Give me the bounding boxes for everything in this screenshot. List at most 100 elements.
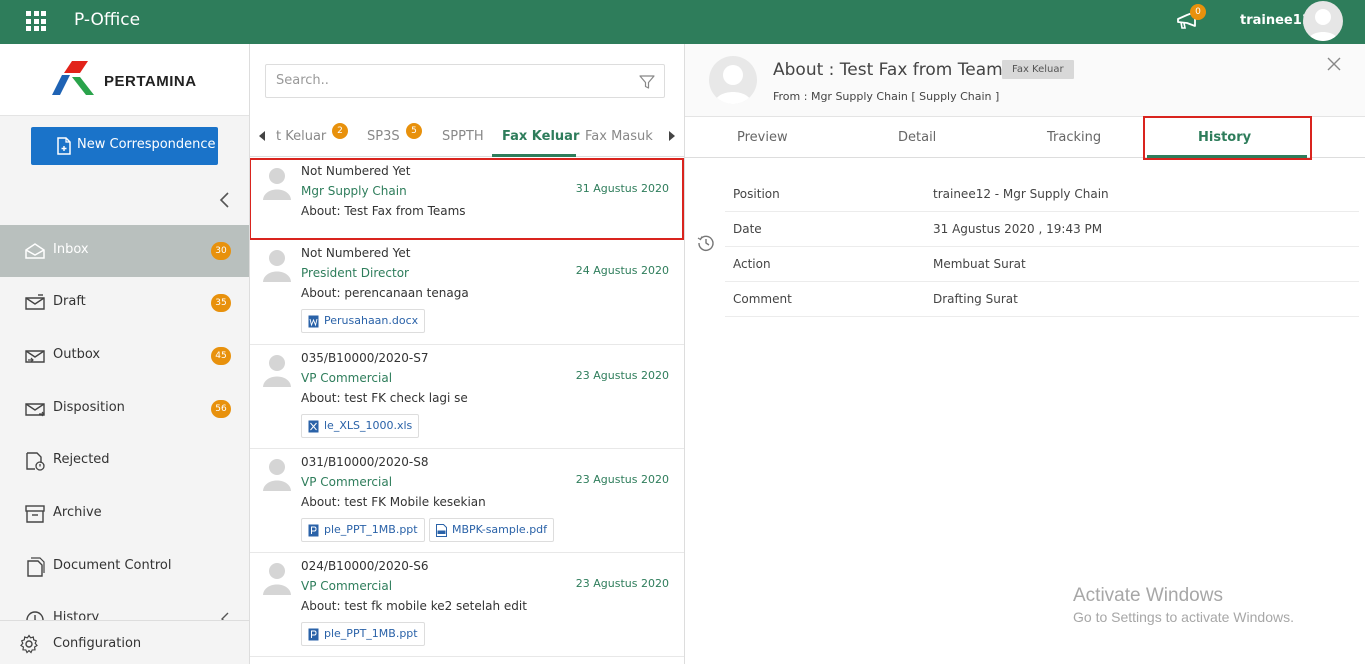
close-icon[interactable] [1326, 56, 1342, 72]
letter-subject: About: test FK Mobile kesekian [301, 495, 486, 509]
sender-avatar-icon [263, 563, 291, 595]
detail-from: From : Mgr Supply Chain [ Supply Chain ] [773, 90, 1000, 103]
scroll-left-icon[interactable] [256, 129, 268, 143]
field-value: trainee12 - Mgr Supply Chain [933, 187, 1109, 201]
tab-surat-keluar[interactable]: t Keluar [276, 129, 326, 144]
tab-fax-masuk[interactable]: Fax Masuk [585, 129, 653, 144]
field-value: 31 Agustus 2020 , 19:43 PM [933, 222, 1103, 236]
sidebar-item-document-control[interactable]: Document Control [0, 541, 249, 593]
powerpoint-file-icon [308, 524, 319, 537]
document-control-icon [27, 557, 45, 577]
letter-number: 031/B10000/2020-S8 [301, 455, 429, 469]
draft-envelope-icon [25, 294, 45, 310]
sender-name: President Director [301, 266, 409, 280]
list-item[interactable]: 035/B10000/2020-S7 VP Commercial 23 Agus… [250, 345, 684, 449]
sidebar-item-inbox[interactable]: Inbox 30 [0, 225, 249, 277]
word-file-icon [308, 315, 319, 328]
chevron-left-icon[interactable] [218, 192, 232, 208]
count-badge: 45 [211, 347, 231, 365]
attachment-chip[interactable]: MBPK-sample.pdf [429, 518, 555, 542]
sidebar-item-configuration[interactable]: Configuration [0, 620, 249, 664]
tab-sp3s[interactable]: SP3S [367, 129, 400, 144]
letter-subject: About: Test Fax from Teams [301, 204, 466, 218]
field-value: Membuat Surat [933, 257, 1026, 271]
letter-subject: About: perencanaan tenaga [301, 286, 469, 300]
search-input[interactable] [276, 73, 626, 88]
sidebar-item-draft[interactable]: Draft 35 [0, 277, 249, 329]
sender-avatar-icon [263, 250, 291, 282]
history-row: Date 31 Agustus 2020 , 19:43 PM [725, 212, 1359, 247]
attachment-filename: ple_PPT_1MB.ppt [324, 523, 418, 536]
sidebar-item-label: Disposition [53, 400, 125, 415]
history-row: Position trainee12 - Mgr Supply Chain [725, 177, 1359, 212]
field-label: Date [733, 222, 762, 236]
field-label: Comment [733, 292, 792, 306]
sidebar-item-rejected[interactable]: Rejected [0, 435, 249, 487]
windows-activation-watermark: Activate Windows Go to Settings to activ… [1073, 585, 1294, 625]
history-row: Comment Drafting Surat [725, 282, 1359, 317]
tab-fax-keluar[interactable]: Fax Keluar [502, 129, 579, 144]
sidebar-item-history[interactable]: History [0, 593, 249, 620]
archive-box-icon [25, 505, 45, 523]
scroll-right-icon[interactable] [666, 129, 678, 143]
category-tabs: t Keluar 2 SP3S 5 SPPTH Fax Keluar Fax M… [250, 117, 684, 157]
attachment-chip[interactable]: Perusahaan.docx [301, 309, 426, 333]
letter-date: 23 Agustus 2020 [575, 577, 669, 590]
field-value: Drafting Surat [933, 292, 1018, 306]
list-item[interactable]: Not Numbered Yet President Director 24 A… [250, 240, 684, 345]
tab-count-badge: 5 [406, 123, 422, 139]
watermark-line-1: Activate Windows [1073, 585, 1223, 606]
tab-preview[interactable]: Preview [737, 130, 788, 145]
sender-name: VP Commercial [301, 371, 393, 385]
tab-detail[interactable]: Detail [898, 130, 936, 145]
user-silhouette-icon [714, 65, 752, 104]
history-clock-icon [697, 235, 714, 252]
sender-name: VP Commercial [301, 475, 393, 489]
tab-tracking[interactable]: Tracking [1047, 130, 1101, 145]
attachment-filename: le_XLS_1000.xls [324, 419, 413, 432]
search-box [265, 64, 665, 98]
tab-count-badge: 2 [332, 123, 348, 139]
attachment-chip[interactable]: ple_PPT_1MB.ppt [301, 518, 425, 542]
letter-number: 035/B10000/2020-S7 [301, 351, 429, 365]
attachment-chip[interactable]: ple_PPT_1MB.ppt [301, 622, 425, 646]
user-silhouette-icon [1308, 9, 1338, 41]
letter-date: 24 Agustus 2020 [575, 264, 669, 277]
list-item[interactable]: Not Numbered Yet Mgr Supply Chain 31 Agu… [250, 158, 684, 240]
field-label: Action [733, 257, 771, 271]
sender-avatar [709, 56, 757, 104]
attachment-chip[interactable]: le_XLS_1000.xls [301, 414, 420, 438]
attachment-filename: MBPK-sample.pdf [452, 523, 548, 536]
count-badge: 35 [211, 294, 231, 312]
sidebar: PERTAMINA New Correspondence Inbox 30 Dr… [0, 44, 250, 664]
sidebar-item-archive[interactable]: Archive [0, 488, 249, 540]
tab-history[interactable]: History [1198, 130, 1251, 145]
sidebar-item-disposition[interactable]: Disposition 56 [0, 383, 249, 435]
detail-pane: About : Test Fax from Teams Fax Keluar F… [685, 44, 1365, 664]
notification-badge: 0 [1190, 4, 1206, 20]
inbox-icon [25, 243, 45, 259]
tab-sppth[interactable]: SPPTH [442, 129, 484, 144]
apps-grid-icon[interactable] [26, 11, 46, 31]
list-item[interactable]: 031/B10000/2020-S8 VP Commercial 23 Agus… [250, 449, 684, 553]
new-correspondence-button[interactable]: New Correspondence [31, 127, 218, 165]
filter-icon[interactable] [639, 74, 655, 90]
excel-file-icon [308, 420, 319, 433]
sidebar-item-outbox[interactable]: Outbox 45 [0, 330, 249, 382]
list-item[interactable]: 024/B10000/2020-S6 VP Commercial 23 Agus… [250, 553, 684, 657]
user-avatar[interactable] [1303, 1, 1343, 41]
sidebar-item-label: Outbox [53, 347, 101, 362]
letter-number: Not Numbered Yet [301, 246, 411, 260]
detail-header: About : Test Fax from Teams Fax Keluar F… [685, 44, 1365, 117]
history-table: Position trainee12 - Mgr Supply Chain Da… [725, 177, 1359, 317]
detail-title: About : Test Fax from Teams [773, 60, 1012, 80]
history-row: Action Membuat Surat [725, 247, 1359, 282]
letter-number: Not Numbered Yet [301, 164, 411, 178]
chevron-left-icon [221, 612, 229, 620]
username[interactable]: trainee11 [1240, 13, 1311, 28]
watermark-line-2: Go to Settings to activate Windows. [1073, 609, 1294, 625]
pertamina-logo-icon [52, 61, 94, 95]
top-bar: P-Office 0 trainee11 [0, 0, 1365, 44]
detail-tabs: Preview Detail Tracking History [685, 117, 1365, 158]
letter-date: 23 Agustus 2020 [575, 369, 669, 382]
